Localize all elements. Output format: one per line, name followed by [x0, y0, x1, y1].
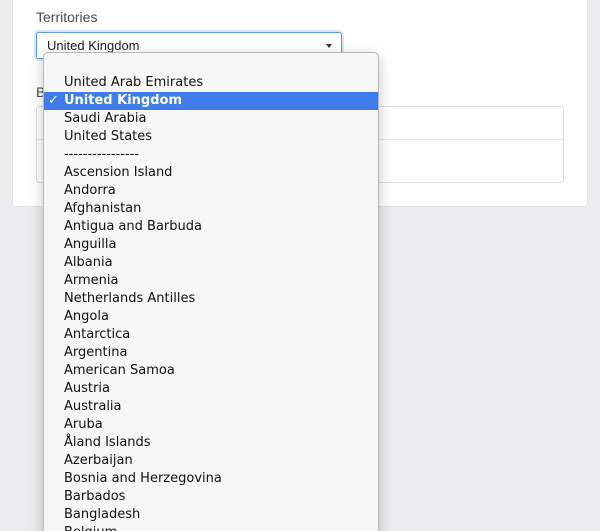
option-label: Azerbaijan	[64, 453, 133, 468]
dropdown-option[interactable]: Albania	[44, 254, 378, 272]
dropdown-option[interactable]: Ascension Island	[44, 164, 378, 182]
option-label: Angola	[64, 309, 109, 324]
dropdown-option[interactable]: Austria	[44, 380, 378, 398]
option-list: United Arab Emirates ✓ United Kingdom Saudi…	[44, 74, 378, 531]
option-label: Aruba	[64, 417, 103, 432]
dropdown-option[interactable]: Barbados	[44, 488, 378, 506]
dropdown-option[interactable]: ✓ United Kingdom	[44, 92, 378, 110]
option-label: Afghanistan	[64, 201, 142, 216]
option-label: Belgium	[64, 525, 117, 531]
dropdown-option[interactable]: Australia	[44, 398, 378, 416]
option-label: Austria	[64, 381, 110, 396]
territories-label: Territories	[36, 9, 98, 25]
option-label: United Kingdom	[64, 93, 183, 108]
caret-down-icon	[326, 44, 332, 48]
dropdown-option[interactable]: Antigua and Barbuda	[44, 218, 378, 236]
dropdown-option[interactable]: Saudi Arabia	[44, 110, 378, 128]
option-label: ----------------	[64, 147, 140, 162]
option-label: Anguilla	[64, 237, 117, 252]
page: Territories United Kingdom B I ☰ ☷ ∞ ▭ ▶…	[0, 0, 600, 531]
option-label: Antigua and Barbuda	[64, 219, 202, 234]
dropdown-option[interactable]: Afghanistan	[44, 200, 378, 218]
dropdown-option[interactable]: Åland Islands	[44, 434, 378, 452]
option-label: Argentina	[64, 345, 128, 360]
option-label: Bangladesh	[64, 507, 141, 522]
option-label: Bosnia and Herzegovina	[64, 471, 222, 486]
dropdown-option[interactable]: Antarctica	[44, 326, 378, 344]
territories-dropdown-menu[interactable]: United Arab Emirates ✓ United Kingdom Saudi…	[43, 52, 379, 531]
dropdown-option[interactable]: United Arab Emirates	[44, 74, 378, 92]
option-label: Armenia	[64, 273, 119, 288]
option-label: Saudi Arabia	[64, 111, 147, 126]
option-label: American Samoa	[64, 363, 175, 378]
dropdown-option[interactable]: Bangladesh	[44, 506, 378, 524]
dropdown-option[interactable]: Netherlands Antilles	[44, 290, 378, 308]
option-label: Netherlands Antilles	[64, 291, 196, 306]
option-label: Andorra	[64, 183, 116, 198]
dropdown-option[interactable]: Bosnia and Herzegovina	[44, 470, 378, 488]
dropdown-option[interactable]: ----------------	[44, 146, 378, 164]
dropdown-option[interactable]: Angola	[44, 308, 378, 326]
option-label: Antarctica	[64, 327, 131, 342]
option-label: Ascension Island	[64, 165, 173, 180]
dropdown-option[interactable]: Azerbaijan	[44, 452, 378, 470]
option-label: Albania	[64, 255, 113, 270]
dropdown-option[interactable]: United States	[44, 128, 378, 146]
option-label: Barbados	[64, 489, 126, 504]
option-label: Australia	[64, 399, 122, 414]
option-label: United States	[64, 129, 153, 144]
dropdown-option[interactable]: Andorra	[44, 182, 378, 200]
dropdown-option[interactable]: Argentina	[44, 344, 378, 362]
option-label: United Arab Emirates	[64, 75, 204, 90]
option-label: Åland Islands	[64, 435, 151, 450]
select-value: United Kingdom	[47, 38, 140, 53]
checkmark-icon: ✓	[48, 93, 59, 108]
dropdown-option[interactable]: American Samoa	[44, 362, 378, 380]
dropdown-option[interactable]: Belgium	[44, 524, 378, 531]
dropdown-option[interactable]: Aruba	[44, 416, 378, 434]
dropdown-option[interactable]: Armenia	[44, 272, 378, 290]
dropdown-option[interactable]: Anguilla	[44, 236, 378, 254]
